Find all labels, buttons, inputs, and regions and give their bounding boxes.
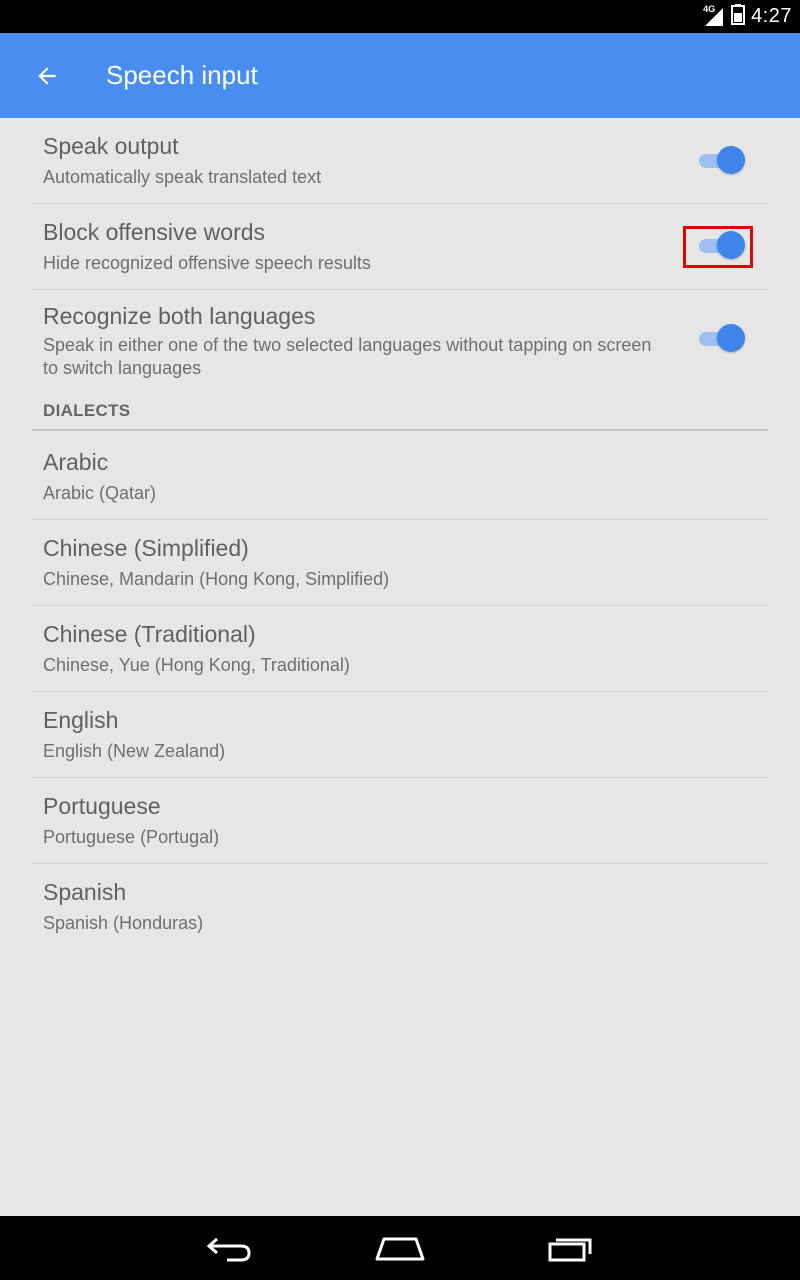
back-nav-icon	[206, 1237, 251, 1262]
dialect-item-chinese-traditional[interactable]: Chinese (Traditional) Chinese, Yue (Hong…	[32, 606, 768, 692]
nav-home-button[interactable]	[360, 1226, 440, 1270]
dialects-header: DIALECTS	[43, 401, 131, 420]
signal-icon: 4G	[703, 3, 725, 28]
setting-title: Recognize both languages	[43, 303, 316, 329]
settings-list: Speak output Automatically speak transla…	[0, 118, 800, 1216]
dialect-title: Chinese (Simplified)	[43, 535, 249, 561]
nav-bar	[0, 1216, 800, 1280]
highlight-box	[683, 226, 753, 268]
dialect-item-portuguese[interactable]: Portuguese Portuguese (Portugal)	[32, 778, 768, 864]
setting-title: Speak output	[43, 133, 179, 159]
speak-output-toggle[interactable]	[697, 145, 747, 175]
toggle-thumb	[717, 146, 745, 174]
dialect-title: Arabic	[43, 449, 109, 475]
setting-speak-output[interactable]: Speak output Automatically speak transla…	[32, 118, 768, 204]
dialect-title: English	[43, 707, 119, 733]
dialect-subtitle: English (New Zealand)	[43, 741, 226, 761]
status-bar: 4G 4:27	[0, 0, 800, 33]
dialect-subtitle: Spanish (Honduras)	[43, 913, 204, 933]
dialect-subtitle: Portuguese (Portugal)	[43, 827, 220, 847]
dialect-item-arabic[interactable]: Arabic Arabic (Qatar)	[32, 433, 768, 520]
nav-recents-button[interactable]	[531, 1226, 611, 1270]
recognize-both-languages-toggle[interactable]	[697, 323, 747, 353]
arrow-back-icon	[38, 67, 56, 85]
dialect-title: Chinese (Traditional)	[43, 621, 256, 647]
toggle-thumb	[717, 324, 745, 352]
section-divider	[32, 429, 768, 431]
dialect-subtitle: Chinese, Yue (Hong Kong, Traditional)	[43, 655, 350, 675]
dialect-item-english[interactable]: English English (New Zealand)	[32, 692, 768, 778]
page-title: Speech input	[106, 60, 258, 90]
setting-subtitle: Hide recognized offensive speech results	[43, 253, 371, 273]
status-time: 4:27	[751, 5, 792, 27]
dialect-title: Portuguese	[43, 793, 161, 819]
home-nav-icon	[375, 1237, 425, 1261]
setting-recognize-both-languages[interactable]: Recognize both languages Speak in either…	[32, 290, 768, 383]
dialect-item-chinese-simplified[interactable]: Chinese (Simplified) Chinese, Mandarin (…	[32, 520, 768, 606]
dialect-subtitle: Chinese, Mandarin (Hong Kong, Simplified…	[43, 569, 390, 589]
dialect-subtitle: Arabic (Qatar)	[43, 483, 157, 503]
setting-subtitle: Speak in either one of the two selected …	[43, 335, 652, 378]
status-icons: 4G 4:27	[703, 0, 792, 33]
app-bar: Speech input	[0, 33, 800, 118]
nav-back-button[interactable]	[190, 1226, 270, 1270]
dialect-item-spanish[interactable]: Spanish Spanish (Honduras)	[32, 864, 768, 949]
battery-icon	[731, 3, 746, 30]
setting-title: Block offensive words	[43, 219, 266, 245]
recents-nav-icon	[548, 1238, 592, 1262]
network-type: 4G	[703, 3, 716, 14]
setting-subtitle: Automatically speak translated text	[43, 167, 322, 187]
back-button[interactable]	[24, 53, 70, 99]
setting-block-offensive-words[interactable]: Block offensive words Hide recognized of…	[32, 204, 768, 290]
dialect-title: Spanish	[43, 879, 127, 905]
